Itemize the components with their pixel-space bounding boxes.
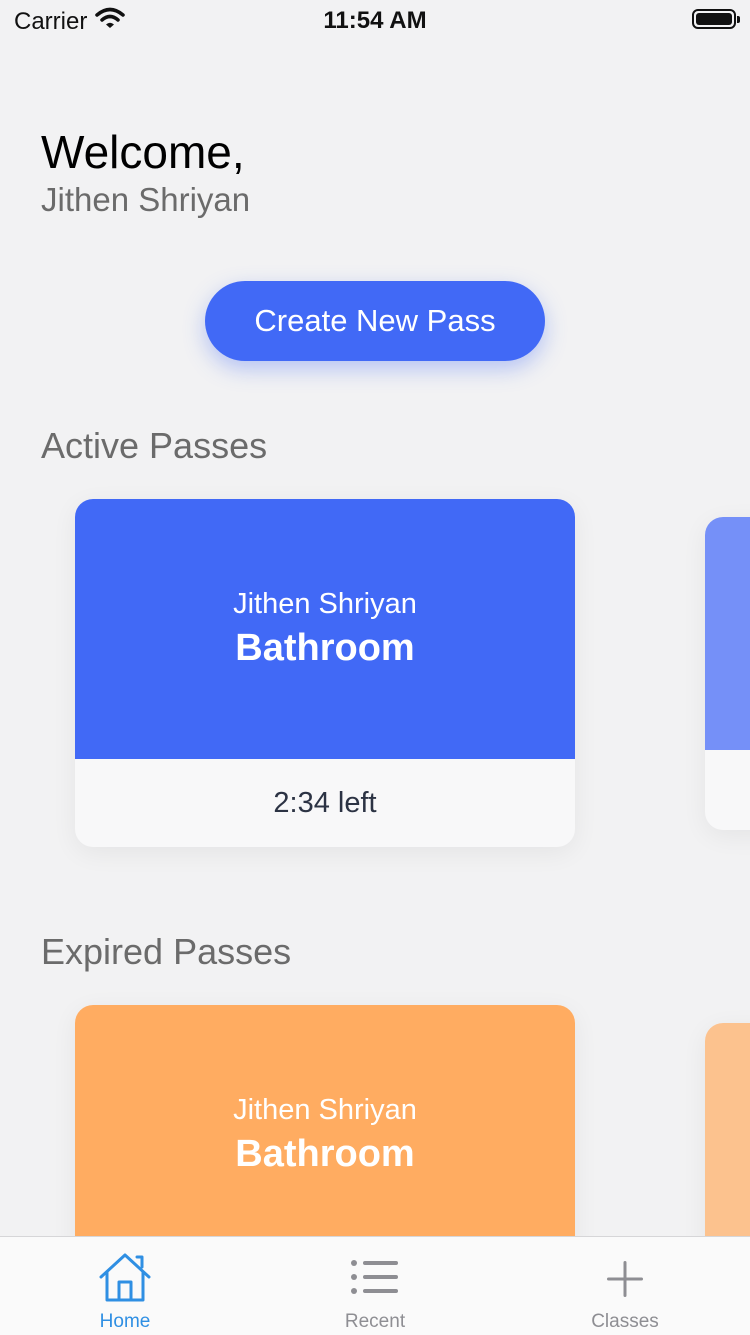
pass-destination: Bathroom	[235, 627, 415, 669]
tab-bar: Home Recent Classes	[0, 1236, 750, 1335]
plus-icon	[605, 1259, 645, 1304]
active-pass-card[interactable]: Jithen Shriyan Bathroom 2:34 left	[75, 499, 575, 847]
active-pass-card-header: Jithen Shriyan Bathroom	[75, 499, 575, 759]
expired-pass-card-peek[interactable]	[705, 1023, 750, 1263]
tab-home[interactable]: Home	[0, 1237, 250, 1335]
active-pass-card-peek[interactable]	[705, 517, 750, 830]
expired-pass-card-header: Jithen Shriyan Bathroom	[75, 1005, 575, 1265]
status-bar: Carrier 11:54 AM	[0, 0, 750, 40]
expired-pass-student-name: Jithen Shriyan	[233, 1094, 417, 1126]
create-new-pass-button[interactable]: Create New Pass	[205, 281, 545, 361]
welcome-heading: Welcome,	[41, 126, 245, 178]
pass-time-left-footer: 2:34 left	[75, 759, 575, 847]
user-name: Jithen Shriyan	[41, 181, 251, 218]
tab-recent-label: Recent	[344, 1311, 406, 1332]
expired-pass-card[interactable]: Jithen Shriyan Bathroom	[75, 1005, 575, 1265]
active-pass-peek-header	[705, 517, 750, 750]
create-new-pass-label: Create New Pass	[254, 303, 496, 338]
pass-student-name: Jithen Shriyan	[233, 588, 417, 620]
battery-icon	[692, 9, 740, 29]
tab-classes-label: Classes	[591, 1311, 659, 1332]
expired-pass-peek-header	[705, 1023, 750, 1263]
expired-passes-title: Expired Passes	[41, 931, 292, 972]
tab-recent[interactable]: Recent	[250, 1237, 500, 1335]
tab-home-label: Home	[99, 1311, 151, 1332]
active-passes-title: Active Passes	[41, 425, 268, 466]
pass-time-left: 2:34 left	[273, 786, 377, 819]
home-icon	[97, 1251, 153, 1308]
expired-pass-destination: Bathroom	[235, 1133, 415, 1175]
status-time: 11:54 AM	[323, 7, 427, 34]
tab-classes[interactable]: Classes	[500, 1237, 750, 1335]
list-icon	[350, 1257, 400, 1302]
